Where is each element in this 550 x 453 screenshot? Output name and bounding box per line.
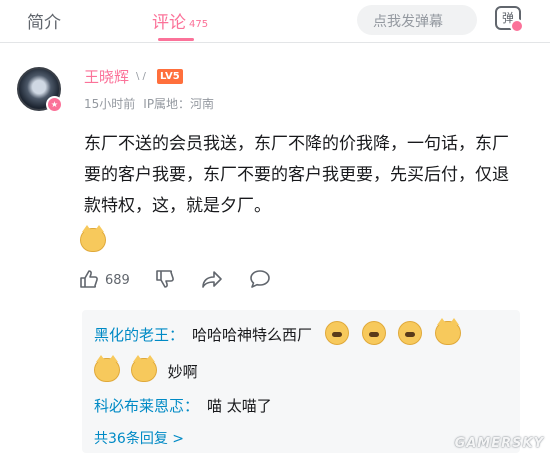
tab-comments[interactable]: 评论 475 [152, 8, 208, 33]
reply-text: 哈哈哈神特么西厂 [192, 326, 313, 344]
tab-intro-label: 简介 [27, 13, 61, 33]
like-button[interactable] [78, 268, 100, 290]
cat-emoji-icon [80, 225, 106, 252]
cat-emoji-icon [435, 318, 462, 345]
reply-button[interactable] [248, 268, 272, 290]
share-button[interactable] [200, 268, 224, 290]
dislike-button[interactable] [154, 268, 176, 290]
thumbs-up-icon [80, 270, 98, 288]
watermark: GAMERSKY [454, 436, 544, 451]
ip-location: IP属地：河南 [143, 97, 215, 111]
reply-item[interactable]: 黑化的老王： 哈哈哈神特么西厂 [94, 318, 462, 345]
comment-bubble-icon [250, 270, 270, 288]
doge-emoji [80, 225, 106, 256]
active-tab-indicator [158, 38, 194, 41]
danmaku-toggle-button[interactable]: 弹 [495, 6, 524, 33]
like-count: 689 [105, 273, 130, 288]
cat-emoji-icon [130, 355, 157, 382]
comment-username[interactable]: 王晓辉 [84, 66, 129, 87]
danmaku-input[interactable]: 点我发弹幕 [357, 5, 477, 35]
reply-item[interactable]: 妙啊 [94, 355, 198, 382]
reply-author[interactable]: 科必布莱恩忑： [94, 397, 199, 415]
comment-meta: 15小时前 IP属地：河南 [84, 95, 222, 112]
danmaku-placeholder: 点我发弹幕 [373, 14, 443, 30]
cry-emoji-icon [361, 321, 386, 345]
share-icon [202, 271, 222, 288]
view-all-replies-link[interactable]: 共36条回复 > [94, 428, 184, 448]
cry-emoji-icon [324, 321, 349, 345]
tab-comments-label: 评论 [152, 13, 186, 33]
toggle-knob-icon [510, 19, 524, 33]
cry-emoji-icon [398, 321, 423, 345]
reply-text: 妙啊 [167, 363, 198, 381]
verified-badge-icon: ★ [46, 96, 63, 113]
level-badge: LV5 [157, 69, 183, 84]
top-bar: 简介 评论 475 点我发弹幕 弹 [0, 0, 550, 43]
user-tag: \ / [136, 71, 146, 82]
comments-count: 475 [189, 19, 209, 30]
comment-text: 东厂不送的会员我送，东厂不降的价我降，一句话，东厂要的客户我要，东厂不要的客户我… [84, 134, 509, 216]
thumbs-down-icon [156, 270, 174, 288]
reply-author[interactable]: 黑化的老王： [94, 326, 184, 344]
reply-item[interactable]: 科必布莱恩忑： 喵 太喵了 [94, 395, 272, 416]
replies-panel: 黑化的老王： 哈哈哈神特么西厂 妙啊 科必布莱恩忑： 喵 太喵了 共36条回复 > [82, 310, 520, 453]
cat-emoji-icon [94, 355, 120, 382]
tab-intro[interactable]: 简介 [27, 8, 61, 33]
comment-time: 15小时前 [84, 97, 136, 111]
reply-text: 喵 太喵了 [207, 397, 272, 415]
